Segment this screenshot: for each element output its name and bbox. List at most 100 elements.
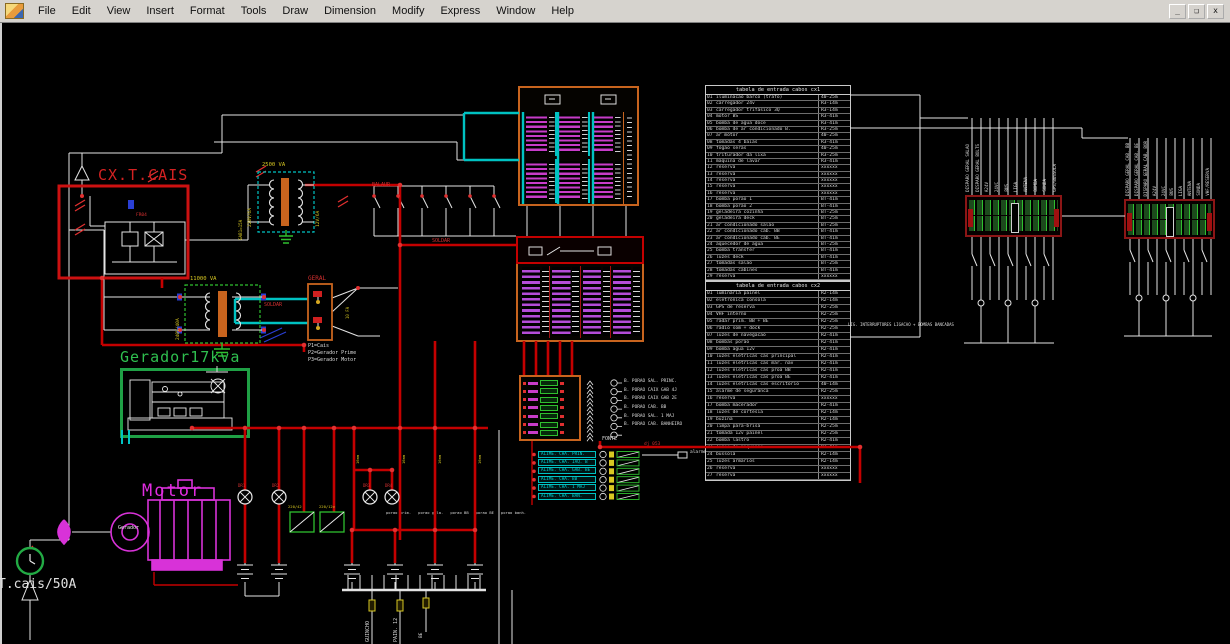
wire-label: BUS xyxy=(1169,188,1177,196)
terminal-group-b[interactable] xyxy=(1124,199,1215,239)
menu-item[interactable]: Window xyxy=(488,2,543,20)
menu-item[interactable]: Modify xyxy=(384,2,432,20)
group-a-wire-labels: DISPARO GERAL SALAODISPARO GERAL BOLTSA2… xyxy=(965,104,1060,192)
dj-label: dj 053 xyxy=(644,443,660,448)
breaker-tag: FR04 xyxy=(136,214,147,219)
motor-title[interactable]: Motor xyxy=(142,483,203,500)
be-label: BE xyxy=(420,618,425,638)
table-row: 23luzes de maquinasR2-41m xyxy=(706,445,850,452)
guincho-label: GUINCHO xyxy=(366,604,371,642)
table-row: 14luzes eletricas cas escritorio40-14m xyxy=(706,382,850,389)
cable-table-cx1[interactable]: tabela de entrada cabos cx1 01iluminacao… xyxy=(705,85,851,281)
table-row: 18luzes de cortesiaR2-14m xyxy=(706,410,850,417)
porao-pump-tags: porao prim.porao gela.porao BBporao BEpo… xyxy=(386,510,526,515)
wire-label: BUS xyxy=(1004,184,1012,192)
pump-tag-dr3: DR3 xyxy=(363,484,370,488)
tcais-label[interactable]: T.cais/50A xyxy=(0,578,76,591)
table-row: 17bomba maceradorR2-41m xyxy=(706,403,850,410)
restore-button[interactable]: ❏ xyxy=(1188,4,1205,19)
menu-item[interactable]: File xyxy=(30,2,64,20)
alim-label: ALIME. CHA. GAB. BE xyxy=(538,467,596,474)
charger2-tag: 220/12v xyxy=(319,505,335,509)
geral-label: GERAL xyxy=(308,276,326,282)
table-row: 01luminaria painelR2-14m xyxy=(706,291,850,298)
wire-gauge-3: 16mm xyxy=(438,444,442,464)
terminal-box-top[interactable] xyxy=(518,86,639,206)
table-row: 06radio som + dockR2-25m xyxy=(706,326,850,333)
minimize-button[interactable]: _ xyxy=(1169,4,1186,19)
painel12-label: PAIN. 12 xyxy=(394,604,399,642)
menu-item[interactable]: Edit xyxy=(64,2,99,20)
table-row: 02eletronica consolaR2-14m xyxy=(706,298,850,305)
menu-item[interactable]: Help xyxy=(543,2,582,20)
wire-label: SONDA xyxy=(1042,179,1050,192)
menu-item[interactable]: Express xyxy=(432,2,488,20)
app-icon[interactable] xyxy=(5,3,24,19)
wire-label: DISPARO GERAL CAB. BOR xyxy=(1143,141,1151,196)
table-row: 16reservaxxxxxx xyxy=(706,396,850,403)
soldar-label: SOLDAR xyxy=(264,303,282,308)
table-row: 08bombas poraoR2-41m xyxy=(706,340,850,347)
bilge-label: B. PORAO SAL. 1 MAJ xyxy=(624,413,682,422)
pump-tag: porao BE xyxy=(476,510,494,515)
cad-window: FileEditViewInsertFormatToolsDrawDimensi… xyxy=(0,0,1230,644)
table-title: tabela de entrada cabos cx1 xyxy=(706,86,850,95)
close-button[interactable]: x xyxy=(1207,4,1224,19)
table-row: 27reservaxxxxxx xyxy=(706,473,850,480)
gerador-title[interactable]: Gerador17kva xyxy=(120,350,240,365)
wire-label: VHF/RESERVA xyxy=(1205,168,1213,196)
wire-gauge-4: 16mm xyxy=(478,444,482,464)
soldar-label-2: SOLDAR xyxy=(432,239,450,244)
menu-item[interactable]: Tools xyxy=(233,2,275,20)
alim-label: ALIME. CHA. IAQ. B xyxy=(538,459,596,466)
p1-note: P1=Cais xyxy=(308,344,329,349)
fuse-tag: 10 FA xyxy=(346,295,350,319)
menu-item[interactable]: View xyxy=(99,2,139,20)
t1-tap: GAB1=15A xyxy=(239,190,243,240)
group-b-wire-labels: DISPARO GERAL CAB. BBDISPARO GERAL CAB. … xyxy=(1125,114,1213,196)
table-row: 11luzes eletricas cas mar. navR2-41m xyxy=(706,361,850,368)
terminal-group-a[interactable] xyxy=(965,195,1062,237)
table-row: 04VHF internoR2-25m xyxy=(706,312,850,319)
pump-tag-dr2: DR2 xyxy=(272,484,279,488)
menu-item[interactable]: Dimension xyxy=(316,2,384,20)
gerador-small-label: Gerador xyxy=(118,526,139,531)
menu-items: FileEditViewInsertFormatToolsDrawDimensi… xyxy=(30,2,582,20)
wire-label: 24VC xyxy=(1161,186,1169,196)
table-row: 13luzes eletricas cas proa BER2-41m xyxy=(706,375,850,382)
table-row: 10luzes eletricas cas principalR2-41m xyxy=(706,354,850,361)
bilge-label: B. PORAO CAB. BANHEIRO xyxy=(624,421,682,430)
table-title: tabela de entrada cabos cx2 xyxy=(706,282,850,291)
balaur-label: BALAUR xyxy=(372,183,390,188)
alim-label: ALIME. CHA. 1 MAJ xyxy=(538,484,596,491)
bilge-pump-strip[interactable] xyxy=(519,375,581,441)
menu-item[interactable]: Format xyxy=(182,2,233,20)
pump-tag: porao gela. xyxy=(418,510,443,515)
table-row: 03GPS de reservaR2-25m xyxy=(706,305,850,312)
wire-gauge-1: 16mm xyxy=(356,444,360,464)
drawing-canvas[interactable]: DISPARO GERAL SALAODISPARO GERAL BOLTSA2… xyxy=(0,0,1230,644)
table-row: 09bomba agua 12vR2-41m xyxy=(706,347,850,354)
table-row: 21tomada 12v painelR2-25m xyxy=(706,431,850,438)
menu-bar: FileEditViewInsertFormatToolsDrawDimensi… xyxy=(0,0,1230,23)
terminal-side-strip xyxy=(623,112,635,204)
bilge-pump-labels: B. PORAO SAL. PRINC.B. PORAO CAIX GAB 4J… xyxy=(624,378,682,430)
t2-primary: 240V/40A xyxy=(177,296,182,340)
wire-label: ANTENA xyxy=(1023,177,1031,192)
terminal-cells xyxy=(516,264,644,342)
terminal-box-mid[interactable] xyxy=(516,236,644,342)
cable-table-cx2[interactable]: tabela de entrada cabos cx2 01luminaria … xyxy=(705,281,851,481)
pump-tag: porao BB xyxy=(450,510,468,515)
fonte-label: FONTE xyxy=(602,437,617,442)
generator-box[interactable] xyxy=(120,368,250,438)
bilge-label: B. PORAO CAB. BB xyxy=(624,404,682,413)
table-row: 26reservaxxxxxx xyxy=(706,466,850,473)
t1-primary: 220V/6A xyxy=(249,185,254,227)
terminal-cells xyxy=(522,112,622,206)
wire-label: 24VC xyxy=(994,182,1002,192)
wire-label: LIGA xyxy=(1013,182,1021,192)
menu-item[interactable]: Insert xyxy=(138,2,182,20)
cx-t-cais-title[interactable]: CX.T.CAIS xyxy=(98,168,188,183)
wire-label: DISPARO GERAL BOLTS xyxy=(975,144,983,192)
menu-item[interactable]: Draw xyxy=(274,2,316,20)
